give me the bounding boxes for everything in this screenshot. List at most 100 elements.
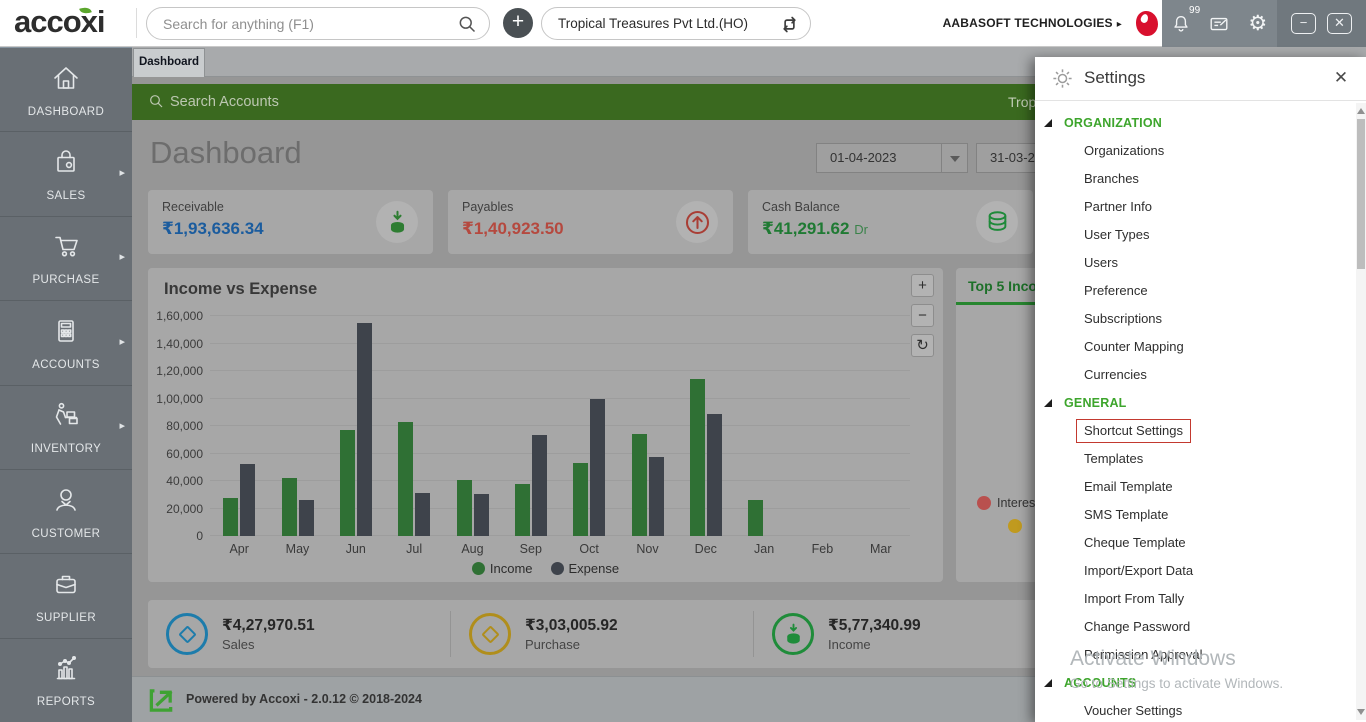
bar-expense-jun bbox=[356, 322, 372, 536]
kpi-cards-row: Receivable ₹1,93,636.34 Payables ₹1,40,9… bbox=[148, 190, 1033, 254]
scrollbar-thumb[interactable] bbox=[1357, 119, 1365, 269]
topbar: accoxi + Tropical Treasures Pvt Ltd.(HO)… bbox=[0, 0, 1366, 47]
calculator-icon bbox=[50, 315, 82, 352]
tree-expand-icon bbox=[1044, 399, 1052, 407]
user-avatar[interactable] bbox=[1132, 9, 1161, 38]
settings-item-organizations[interactable]: Organizations bbox=[1035, 137, 1355, 165]
settings-item-change-password[interactable]: Change Password bbox=[1035, 613, 1355, 641]
feedback-button[interactable] bbox=[1206, 11, 1232, 37]
zoom-in-button[interactable]: + bbox=[911, 274, 934, 297]
notification-badge: 99 bbox=[1189, 4, 1201, 16]
chart-x-axis: Apr May Jun Jul Aug Sep Oct Nov Dec Jan Feb Mar bbox=[210, 542, 910, 556]
add-new-button[interactable]: + bbox=[503, 8, 533, 38]
refresh-button[interactable]: ↻ bbox=[911, 334, 934, 357]
settings-item-voucher-settings[interactable]: Voucher Settings bbox=[1035, 697, 1355, 722]
sidebar-item-inventory[interactable]: INVENTORY ▸ bbox=[0, 386, 132, 470]
close-window-button[interactable]: ✕ bbox=[1327, 13, 1352, 34]
legend-dot bbox=[977, 496, 991, 510]
date-from-field[interactable]: 01-04-2023 bbox=[816, 143, 968, 173]
summary-purchase: ₹3,03,005.92 Purchase bbox=[451, 611, 754, 657]
settings-item-preference[interactable]: Preference bbox=[1035, 277, 1355, 305]
settings-item-branches[interactable]: Branches bbox=[1035, 165, 1355, 193]
zoom-out-button[interactable]: − bbox=[911, 304, 934, 327]
diamond-icon bbox=[469, 613, 511, 655]
y-tick-label: 1,20,000 bbox=[156, 364, 203, 378]
settings-item-permission-approval[interactable]: Permission Approval bbox=[1035, 641, 1355, 669]
settings-item-user-types[interactable]: User Types bbox=[1035, 221, 1355, 249]
settings-item-users[interactable]: Users bbox=[1035, 249, 1355, 277]
gridline bbox=[210, 342, 910, 344]
bar-income-aug bbox=[456, 479, 472, 536]
settings-item-email-template[interactable]: Email Template bbox=[1035, 473, 1355, 501]
sidebar-item-customer[interactable]: CUSTOMER bbox=[0, 470, 132, 555]
bar-income-apr bbox=[223, 497, 239, 536]
current-user[interactable]: AABASOFT TECHNOLOGIES ▸ bbox=[930, 0, 1122, 47]
x-tick-label: Jul bbox=[406, 542, 423, 556]
sidebar-item-supplier[interactable]: SUPPLIER bbox=[0, 554, 132, 639]
legend-dot bbox=[1008, 519, 1022, 533]
x-tick-label: Aug bbox=[461, 542, 484, 556]
settings-item-templates[interactable]: Templates bbox=[1035, 445, 1355, 473]
sidebar: DASHBOARD SALES ▸ PURCHASE ▸ ACCOUNTS ▸ INV… bbox=[0, 47, 132, 722]
y-tick-label: 60,000 bbox=[166, 446, 203, 461]
bar-income-may bbox=[281, 478, 297, 536]
x-tick-label: Feb bbox=[811, 542, 834, 556]
settings-scrollbar[interactable] bbox=[1356, 103, 1366, 720]
settings-item-counter-mapping[interactable]: Counter Mapping bbox=[1035, 333, 1355, 361]
notifications-button[interactable]: 99 bbox=[1168, 5, 1200, 37]
close-settings-icon[interactable]: ✕ bbox=[1331, 68, 1351, 88]
sidebar-item-reports[interactable]: REPORTS bbox=[0, 639, 132, 722]
legend-item-income: Income bbox=[471, 561, 533, 576]
y-tick-label: 20,000 bbox=[166, 501, 203, 516]
x-tick-label: Jan bbox=[754, 542, 775, 556]
diamond-icon bbox=[166, 613, 208, 655]
settings-item-subscriptions[interactable]: Subscriptions bbox=[1035, 305, 1355, 333]
kpi-card-receivable[interactable]: Receivable ₹1,93,636.34 bbox=[148, 190, 433, 254]
settings-section-accounts[interactable]: ACCOUNTS bbox=[1035, 669, 1355, 697]
company-selector[interactable]: Tropical Treasures Pvt Ltd.(HO) bbox=[541, 7, 811, 40]
kpi-card-payables[interactable]: Payables ₹1,40,923.50 bbox=[448, 190, 733, 254]
page-title: Dashboard bbox=[150, 135, 302, 170]
date-dropdown-button[interactable] bbox=[941, 144, 967, 172]
x-tick-label: Apr bbox=[229, 542, 249, 556]
settings-item-currencies[interactable]: Currencies bbox=[1035, 361, 1355, 389]
settings-item-partner-info[interactable]: Partner Info bbox=[1035, 193, 1355, 221]
settings-item-import-export-data[interactable]: Import/Export Data bbox=[1035, 557, 1355, 585]
search-input[interactable] bbox=[163, 8, 453, 39]
search-icon[interactable] bbox=[457, 14, 477, 39]
kpi-card-cash-balance[interactable]: Cash Balance ₹41,291.62 Dr bbox=[748, 190, 1033, 254]
x-tick-label: Sep bbox=[519, 542, 542, 556]
tab-dashboard[interactable]: Dashboard bbox=[133, 48, 205, 77]
bar-income-oct bbox=[573, 463, 589, 536]
x-tick-label: May bbox=[285, 542, 310, 556]
settings-item-sms-template[interactable]: SMS Template bbox=[1035, 501, 1355, 529]
settings-section-organization[interactable]: ORGANIZATION bbox=[1035, 109, 1355, 137]
icon-tray: 99 ⚙ bbox=[1162, 0, 1277, 47]
home-icon bbox=[50, 62, 82, 99]
settings-item-shortcut-settings[interactable]: Shortcut Settings bbox=[1035, 417, 1355, 445]
switch-company-icon[interactable] bbox=[779, 14, 800, 46]
sidebar-item-accounts[interactable]: ACCOUNTS ▸ bbox=[0, 301, 132, 386]
settings-item-import-from-tally[interactable]: Import From Tally bbox=[1035, 585, 1355, 613]
minimize-button[interactable]: − bbox=[1291, 13, 1316, 34]
x-tick-label: Dec bbox=[694, 542, 717, 556]
x-tick-label: Nov bbox=[636, 542, 659, 556]
y-tick-label: 1,60,000 bbox=[156, 309, 203, 323]
x-tick-label: Jun bbox=[345, 542, 366, 556]
bar-expense-jul bbox=[415, 493, 431, 536]
settings-item-cheque-template[interactable]: Cheque Template bbox=[1035, 529, 1355, 557]
bar-expense-oct bbox=[590, 398, 606, 536]
scroll-up-icon[interactable] bbox=[1357, 108, 1365, 114]
sidebar-item-dashboard[interactable]: DASHBOARD bbox=[0, 48, 132, 133]
accoxi-app: accoxi + Tropical Treasures Pvt Ltd.(HO)… bbox=[0, 0, 1366, 722]
gear-icon bbox=[1051, 67, 1074, 95]
coin-receive-icon bbox=[772, 613, 814, 655]
search-accounts[interactable]: Search Accounts bbox=[148, 84, 279, 120]
chart-title: Income vs Expense bbox=[164, 280, 318, 298]
sidebar-item-sales[interactable]: SALES ▸ bbox=[0, 132, 132, 217]
settings-section-general[interactable]: GENERAL bbox=[1035, 389, 1355, 417]
sidebar-item-purchase[interactable]: PURCHASE ▸ bbox=[0, 217, 132, 302]
scroll-down-icon[interactable] bbox=[1357, 709, 1365, 715]
chart-legend: Income Expense bbox=[148, 560, 943, 578]
settings-button[interactable]: ⚙ bbox=[1245, 11, 1271, 37]
